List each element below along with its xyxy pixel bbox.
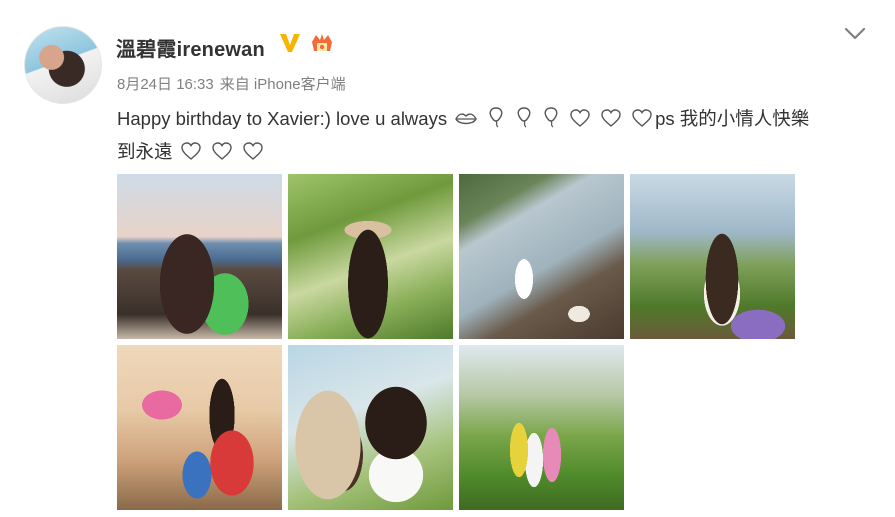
photo-thumbnail-3[interactable]	[459, 174, 624, 339]
vip-crown-icon[interactable]	[309, 33, 335, 55]
username[interactable]: 溫碧霞irenewan	[116, 33, 265, 62]
verified-v-icon	[280, 34, 300, 52]
post-text-line1-part2: ps 我的小情人快樂	[655, 108, 810, 129]
balloon-emoji-icon	[489, 107, 503, 128]
photo-thumbnail-7[interactable]	[459, 345, 624, 510]
photo-thumbnail-4[interactable]	[630, 174, 795, 339]
photo-thumbnail-1[interactable]	[117, 174, 282, 339]
post-text-line1-part1: Happy birthday to Xavier:) love u always	[117, 108, 448, 129]
photo-thumbnail-6[interactable]	[288, 345, 453, 510]
balloon-emoji-icon	[517, 107, 530, 128]
post-timestamp[interactable]: 8月24日 16:33	[117, 76, 214, 93]
heart-outline-emoji-icon	[601, 109, 621, 127]
post-text: Happy birthday to Xavier:) love u always…	[117, 102, 877, 168]
heart-outline-emoji-icon	[632, 109, 652, 127]
lips-emoji-icon	[455, 113, 478, 125]
heart-outline-emoji-icon	[243, 142, 263, 160]
post-source[interactable]: 来自 iPhone客户端	[220, 76, 346, 93]
photo-thumbnail-2[interactable]	[288, 174, 453, 339]
photo-thumbnail-5[interactable]	[117, 345, 282, 510]
balloon-emoji-icon	[544, 107, 558, 128]
heart-outline-emoji-icon	[570, 109, 590, 127]
avatar[interactable]	[24, 26, 102, 104]
post-text-line2: 到永遠	[117, 141, 173, 162]
post-meta: 8月24日 16:33 来自 iPhone客户端	[117, 73, 346, 94]
chevron-down-icon[interactable]	[844, 27, 866, 41]
heart-outline-emoji-icon	[180, 142, 201, 160]
heart-outline-emoji-icon	[212, 142, 232, 160]
